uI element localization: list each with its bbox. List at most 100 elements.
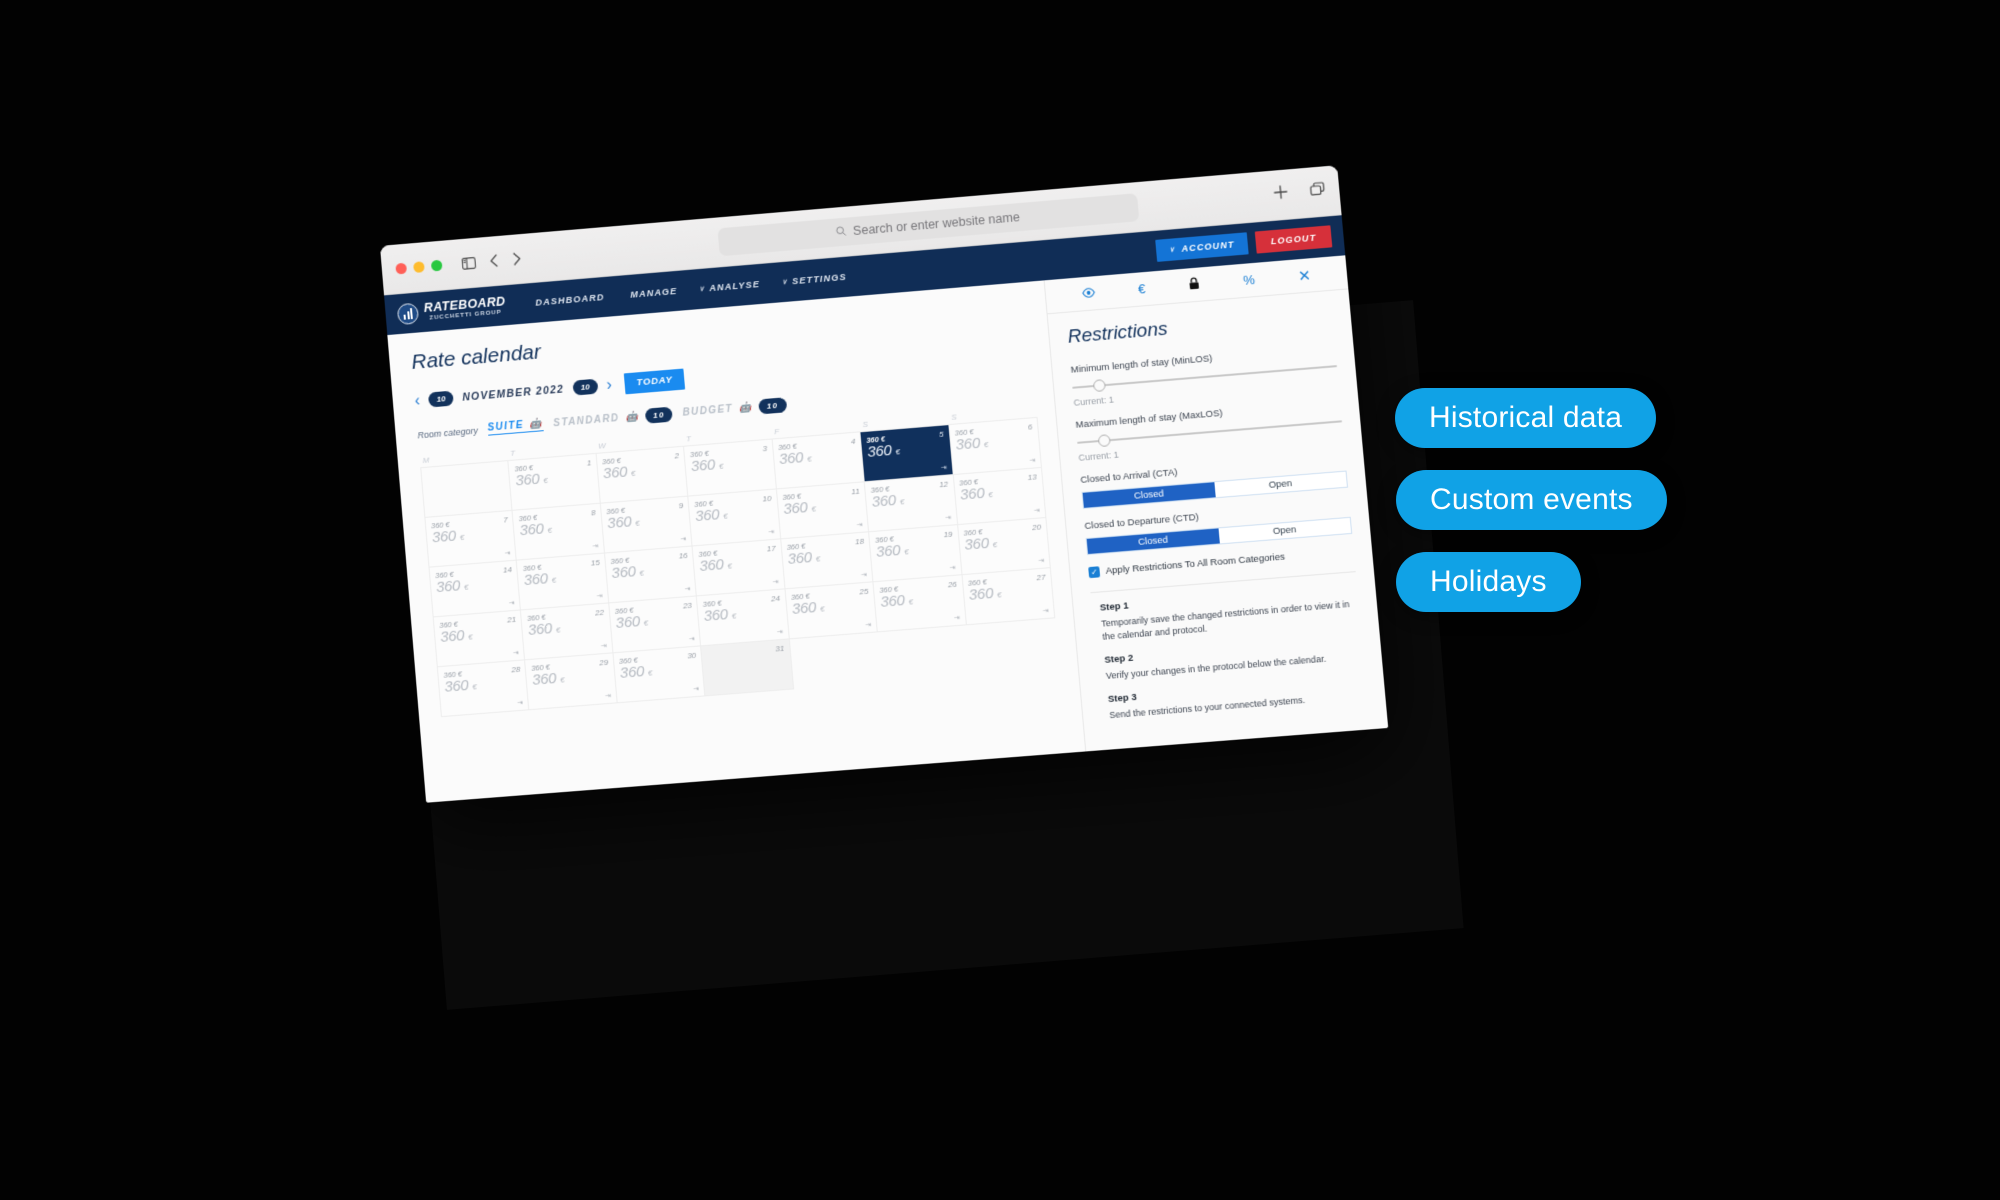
calendar-cell-day-8[interactable]: 360 €8 360 € ⇥ [512, 503, 605, 561]
close-window-button[interactable] [395, 262, 408, 275]
room-tab-suite[interactable]: SUITE 🤖 [487, 418, 545, 436]
calendar-cell-day-3[interactable]: 360 €3 360 € [684, 439, 777, 497]
calendar-cell-day-17[interactable]: 360 €17 360 € ⇥ [692, 539, 786, 597]
minimize-window-button[interactable] [413, 261, 425, 273]
tab-overview-icon[interactable] [1309, 181, 1326, 201]
calendar-cell-day-15[interactable]: 360 €15 360 € ⇥ [517, 553, 610, 611]
calendar-cell-day-27[interactable]: 360 €27 360 € ⇥ [962, 568, 1056, 626]
rateboard-logo-mark-icon [396, 302, 420, 325]
calendar-cell-day-14[interactable]: 360 €14 360 € ⇥ [429, 560, 522, 618]
calendar-cell-day-10[interactable]: 360 €10 360 € ⇥ [688, 489, 781, 547]
cell-restriction-icon[interactable]: ⇥ [688, 635, 695, 643]
calendar-cell-day-7[interactable]: 360 €7 360 € ⇥ [425, 510, 518, 568]
cell-restriction-icon[interactable]: ⇥ [680, 535, 686, 543]
calendar-cell-day-24[interactable]: 360 €24 360 € ⇥ [697, 589, 790, 647]
calendar-cell-day-16[interactable]: 360 €16 360 € ⇥ [604, 546, 698, 604]
cta-closed-option[interactable]: Closed [1082, 482, 1216, 508]
prev-month-icon[interactable]: ‹ [414, 392, 421, 410]
calendar-cell-day-18[interactable]: 360 €18 360 € ⇥ [780, 532, 874, 590]
account-button[interactable]: ∨ ACCOUNT [1155, 232, 1249, 262]
cell-restriction-icon[interactable]: ⇥ [504, 549, 510, 557]
cell-restriction-icon[interactable]: ⇥ [601, 642, 607, 650]
room-tab-standard[interactable]: STANDARD 🤖 10 [553, 406, 674, 432]
cell-restriction-icon[interactable]: ⇥ [945, 514, 951, 522]
badge-left[interactable]: 10 [428, 390, 455, 408]
cell-restriction-icon[interactable]: ⇥ [777, 628, 783, 636]
nav-item-dashboard[interactable]: DASHBOARD [531, 292, 605, 308]
maximize-window-button[interactable] [430, 259, 443, 272]
eye-icon[interactable] [1081, 285, 1095, 301]
back-arrow-icon[interactable] [489, 254, 499, 268]
cta-open-option[interactable]: Open [1213, 471, 1347, 498]
calendar-cell-day-31[interactable]: 31 [701, 639, 794, 697]
cell-restriction-icon[interactable]: ⇥ [592, 542, 598, 550]
next-month-icon[interactable]: › [606, 376, 613, 394]
euro-icon[interactable]: € [1137, 281, 1146, 297]
cell-restriction-icon[interactable]: ⇥ [1033, 506, 1041, 514]
cell-restriction-icon[interactable]: ⇥ [861, 571, 867, 579]
calendar-cell-day-4[interactable]: 360 €4 360 € [772, 432, 865, 490]
callout-holidays-label: Holidays [1430, 565, 1547, 598]
calendar-cell-day-19[interactable]: 360 €19 360 € ⇥ [869, 525, 963, 583]
calendar-cell-day-9[interactable]: 360 €9 360 € ⇥ [600, 496, 693, 554]
cell-restriction-icon[interactable]: ⇥ [856, 521, 862, 529]
cell-restriction-icon[interactable]: ⇥ [684, 585, 690, 593]
badge-right[interactable]: 10 [572, 378, 599, 396]
nav-item-manage[interactable]: MANAGE [626, 286, 678, 300]
calendar-cell-day-13[interactable]: 360 €13 360 € ⇥ [953, 467, 1047, 526]
cell-restriction-icon[interactable]: ⇥ [596, 592, 602, 600]
cell-restriction-icon[interactable]: ⇥ [954, 614, 961, 622]
cell-restriction-icon[interactable]: ⇥ [509, 599, 515, 607]
cell-restriction-icon[interactable]: ⇥ [940, 464, 946, 472]
cell-restriction-icon[interactable]: ⇥ [1038, 557, 1045, 565]
room-tab-budget[interactable]: BUDGET 🤖 10 [682, 397, 788, 420]
cell-restriction-icon[interactable]: ⇥ [513, 649, 519, 657]
apply-all-checkbox[interactable]: ✓ [1088, 566, 1101, 579]
cell-restriction-icon[interactable]: ⇥ [772, 578, 778, 586]
chevron-down-icon-analyse: ∨ [698, 285, 706, 294]
calendar-cell-day-11[interactable]: 360 €11 360 € ⇥ [776, 482, 870, 540]
calendar-cell-day-21[interactable]: 360 €21 360 € ⇥ [433, 610, 526, 668]
sidebar-toggle-icon[interactable] [461, 256, 476, 269]
calendar-cell-day-23[interactable]: 360 €23 360 € ⇥ [609, 596, 702, 654]
calendar-cell-day-29[interactable]: 360 €29 360 € ⇥ [525, 653, 618, 711]
close-icon[interactable]: ✕ [1297, 266, 1311, 285]
calendar-cell-day-6[interactable]: 360 €6 360 € ⇥ [948, 417, 1042, 476]
cell-restriction-icon[interactable]: ⇥ [865, 621, 871, 629]
nav-item-analyse[interactable]: ∨ ANALYSE [699, 279, 761, 294]
cell-restriction-icon[interactable]: ⇥ [768, 528, 774, 536]
forward-arrow-icon[interactable] [512, 252, 522, 266]
today-button[interactable]: TODAY [623, 368, 686, 395]
ctd-closed-option[interactable]: Closed [1086, 528, 1220, 555]
nav-label-settings: SETTINGS [791, 271, 848, 287]
cell-restriction-icon[interactable]: ⇥ [1029, 456, 1036, 464]
calendar-cell-day-25[interactable]: 360 €25 360 € ⇥ [785, 582, 878, 640]
cell-restriction-icon[interactable]: ⇥ [693, 685, 699, 693]
ctd-open-option[interactable]: Open [1218, 517, 1352, 544]
calendar-cell-day-5[interactable]: 360 €5 360 € ⇥ [860, 425, 954, 483]
lock-icon[interactable] [1188, 276, 1200, 293]
cell-restriction-icon[interactable]: ⇥ [949, 564, 955, 572]
plus-icon[interactable] [1273, 185, 1289, 205]
calendar-cell-day-22[interactable]: 360 €22 360 € ⇥ [521, 603, 614, 661]
maxlos-slider-knob[interactable] [1097, 434, 1111, 448]
rateboard-logo[interactable]: RATEBOARD ZUCCHETTI GROUP [396, 294, 507, 325]
calendar-cell-day-20[interactable]: 360 €20 360 € ⇥ [957, 517, 1051, 576]
browser-window: Search or enter website name RATEBOARD Z… [379, 165, 1389, 803]
calendar-cell-day-2[interactable]: 360 €2 360 € [596, 446, 689, 504]
cell-restriction-icon[interactable]: ⇥ [1042, 607, 1049, 615]
calendar-cell-day-26[interactable]: 360 €26 360 € ⇥ [873, 575, 967, 633]
room-category-label: Room category [417, 425, 479, 440]
window-traffic-lights[interactable] [395, 259, 443, 275]
cell-day-number: 11 [850, 486, 861, 497]
cell-restriction-icon[interactable]: ⇥ [517, 699, 523, 707]
percent-icon[interactable]: % [1242, 272, 1255, 288]
calendar-cell-day-12[interactable]: 360 €12 360 € ⇥ [864, 475, 958, 533]
nav-item-settings[interactable]: ∨ SETTINGS [781, 272, 847, 287]
minlos-slider-knob[interactable] [1092, 379, 1106, 393]
logout-button[interactable]: LOGOUT [1254, 225, 1333, 254]
calendar-cell-day-1[interactable]: 360 €1 360 € [508, 453, 601, 511]
calendar-cell-day-30[interactable]: 360 €30 360 € ⇥ [613, 646, 706, 704]
calendar-cell-day-28[interactable]: 360 €28 360 € ⇥ [437, 660, 530, 718]
cell-restriction-icon[interactable]: ⇥ [605, 692, 611, 700]
